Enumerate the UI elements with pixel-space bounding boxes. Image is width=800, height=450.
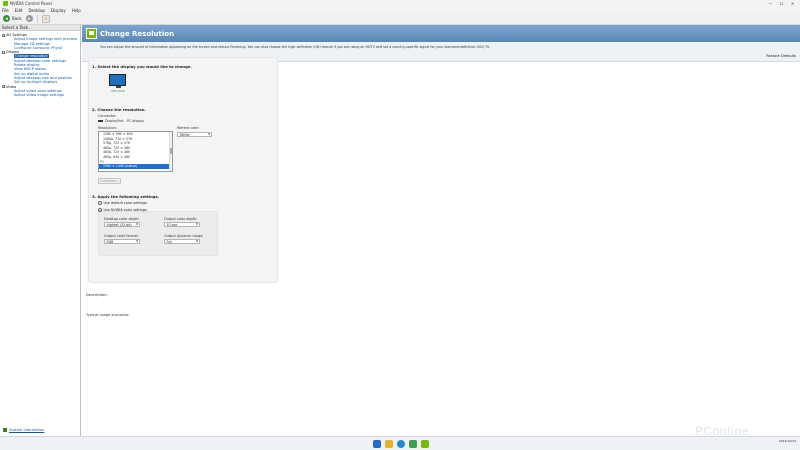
monitor-icon (109, 74, 126, 86)
nvidia-color-radio[interactable]: Use NVIDIA color settings (98, 208, 147, 212)
output-color-format-dropdown[interactable]: RGB ▼ (104, 239, 140, 244)
restore-defaults-link[interactable]: Restore Defaults (766, 54, 796, 58)
output-color-format-label: Output color format: (104, 234, 139, 238)
page-title: Change Resolution (100, 29, 175, 38)
collapse-icon[interactable]: − (2, 50, 6, 54)
refresh-rate-dropdown[interactable]: 360Hz ▼ (177, 132, 212, 137)
typical-usage-label: Typical usage scenarios: (86, 313, 130, 317)
output-color-depth-value: 10 bpc (166, 223, 178, 227)
desktop-color-depth-value: Highest (32-bit) (106, 223, 132, 227)
output-dynamic-range-dropdown[interactable]: Full ▼ (164, 239, 200, 244)
output-dynamic-range-label: Output dynamic range: (164, 234, 204, 238)
nvidia-color-label: Use NVIDIA color settings (103, 208, 147, 212)
collapse-icon[interactable]: − (2, 85, 6, 89)
chevron-down-icon: ▼ (196, 240, 198, 243)
toolbar-divider (36, 14, 38, 23)
display-selector[interactable]: MSI Z1W (109, 74, 127, 94)
resolution-list[interactable]: 1280 × 960 × 800 1080p, 720 × 576 576p, … (98, 131, 173, 172)
system-information-label: System Information (9, 428, 45, 432)
page-header: Change Resolution (82, 25, 800, 42)
radio-checked-icon (98, 208, 102, 212)
file-explorer-icon[interactable] (385, 440, 393, 448)
desktop-color-depth-label: Desktop color depth: (104, 217, 140, 221)
task-tree: −3D Settings Adjust image settings with … (0, 31, 80, 97)
content-pane: Change Resolution You can adjust the amo… (82, 25, 800, 436)
back-label: Back (12, 16, 22, 21)
home-button[interactable]: ⌂ (41, 14, 50, 23)
system-information-link[interactable]: System Information (3, 428, 44, 432)
collapse-icon[interactable]: − (2, 33, 6, 37)
page-description: You can adjust the amount of information… (100, 45, 490, 49)
nvidia-logo-icon (3, 1, 8, 6)
step2-heading: 2. Choose the resolution. (92, 107, 146, 112)
refresh-rate-value: 360Hz (179, 133, 190, 137)
system-info-icon (3, 428, 7, 432)
back-button[interactable]: ◂ (3, 15, 10, 22)
menu-display[interactable]: Display (51, 8, 66, 13)
output-color-depth-label: Output color depth: (164, 217, 198, 221)
chevron-down-icon: ▼ (136, 223, 138, 226)
close-button[interactable]: ✕ (787, 1, 798, 6)
settings-panel: 1. Select the display you would like to … (88, 57, 278, 283)
taskbar-apps (373, 440, 433, 448)
title-bar: NVIDIA Control Panel — ☐ ✕ (0, 0, 800, 7)
refresh-rate-label: Refresh rate: (177, 126, 199, 130)
task-adjust-image-settings[interactable]: Adjust image settings with preview (2, 37, 80, 41)
window-title: NVIDIA Control Panel (10, 1, 52, 6)
customize-button[interactable]: Customize... (98, 178, 121, 184)
nvidia-taskbar-icon[interactable] (421, 440, 429, 448)
scrollbar-thumb[interactable] (169, 148, 172, 154)
minimize-button[interactable]: — (765, 1, 776, 6)
display-name: MSI Z1W (111, 89, 125, 93)
task-label: Change resolution (14, 54, 49, 59)
edge-icon[interactable] (397, 440, 405, 448)
taskbar: 2024/10/24 (0, 436, 800, 450)
chevron-down-icon: ▼ (196, 223, 198, 226)
default-color-radio[interactable]: Use default color settings (98, 201, 147, 205)
menu-help[interactable]: Help (72, 8, 81, 13)
output-dynamic-range-value: Full (166, 240, 172, 244)
task-pane: Select a Task... −3D Settings Adjust ima… (0, 25, 81, 436)
output-color-format-value: RGB (106, 240, 114, 244)
toolbar: ◂ Back ▸ ⌂ (0, 13, 800, 25)
description-label: Description: (86, 293, 108, 297)
resolution-item-selected[interactable]: 2560 × 1440 (native) (99, 164, 172, 169)
desktop-color-depth-dropdown[interactable]: Highest (32-bit) ▼ (104, 222, 140, 227)
menu-desktop[interactable]: Desktop (28, 8, 45, 13)
radio-unchecked-icon (98, 201, 102, 205)
task-video-image[interactable]: Adjust video image settings (2, 93, 80, 97)
chevron-down-icon: ▼ (208, 133, 210, 136)
store-icon[interactable] (409, 440, 417, 448)
output-color-depth-dropdown[interactable]: 10 bpc ▼ (164, 222, 200, 227)
display-settings-icon (86, 28, 97, 39)
arrow-left-icon: ◂ (5, 15, 8, 22)
watermark-logo: PConline (695, 424, 749, 438)
connector-label: Connector: (98, 114, 117, 118)
connector-value: DisplayPort - PC display (105, 119, 145, 123)
resolution-label: Resolution: (98, 126, 117, 130)
default-color-label: Use default color settings (103, 201, 147, 205)
menu-file[interactable]: File (2, 8, 9, 13)
menu-edit[interactable]: Edit (15, 8, 23, 13)
arrow-right-icon: ▸ (27, 15, 31, 22)
monitor-stand (115, 86, 121, 88)
home-icon: ⌂ (44, 15, 48, 22)
step3-heading: 3. Apply the following settings. (92, 194, 160, 199)
window-controls: — ☐ ✕ (765, 0, 798, 7)
connector-info: DisplayPort - PC display (98, 119, 144, 123)
forward-button[interactable]: ▸ (25, 15, 33, 22)
displayport-icon (98, 119, 103, 123)
step1-heading: 1. Select the display you would like to … (92, 64, 192, 69)
chevron-down-icon: ▼ (136, 240, 138, 243)
maximize-button[interactable]: ☐ (776, 1, 787, 6)
start-icon[interactable] (373, 440, 381, 448)
system-clock[interactable]: 2024/10/24 (779, 439, 796, 443)
